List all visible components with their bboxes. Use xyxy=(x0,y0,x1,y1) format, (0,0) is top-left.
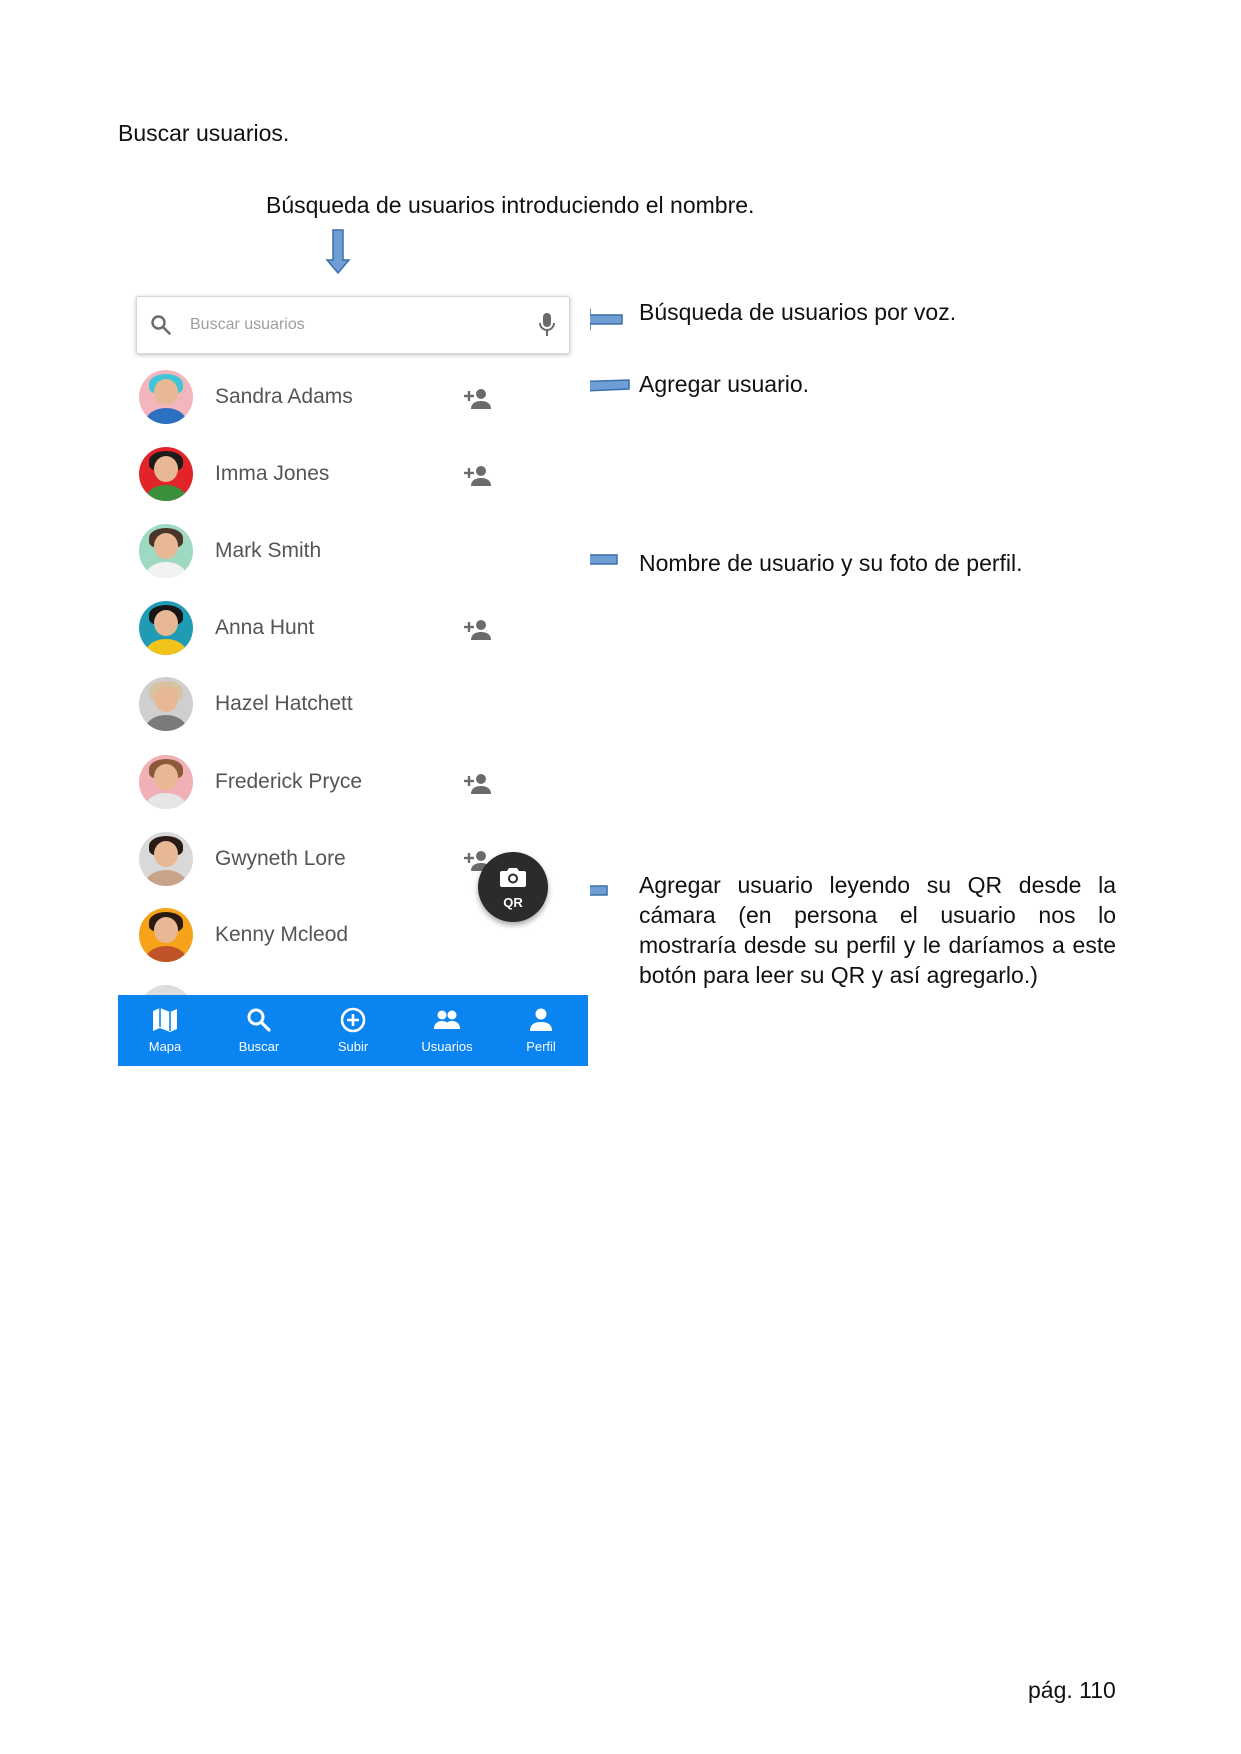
nav-item-mapa[interactable]: Mapa xyxy=(118,995,212,1066)
qr-scan-button[interactable]: QR xyxy=(478,852,548,922)
partial-avatar xyxy=(139,985,193,995)
user-name: Anna Hunt xyxy=(215,616,315,639)
search-input[interactable]: Buscar usuarios xyxy=(190,316,305,334)
page-number: pág. 110 xyxy=(1028,1677,1116,1703)
user-row[interactable]: Hazel Hatchett xyxy=(139,677,589,735)
nav-label: Perfil xyxy=(526,1039,556,1054)
user-row[interactable]: Mark Smith xyxy=(139,524,589,582)
note-add-by-qr: Agregar usuario leyendo su QR desde la c… xyxy=(639,872,1116,988)
note-voice-search: Búsqueda de usuarios por voz. xyxy=(639,299,957,325)
user-name: Frederick Pryce xyxy=(215,770,363,793)
camera-icon xyxy=(500,868,526,887)
user-name: Gwyneth Lore xyxy=(215,847,346,870)
nav-label: Usuarios xyxy=(421,1039,473,1054)
avatar xyxy=(139,524,193,578)
add-user-icon[interactable] xyxy=(463,387,493,416)
person-icon xyxy=(530,1008,552,1031)
nav-label: Mapa xyxy=(148,1039,182,1054)
user-name: Hazel Hatchett xyxy=(215,692,353,715)
avatar xyxy=(139,447,193,501)
qr-label: QR xyxy=(503,895,523,910)
nav-item-perfil[interactable]: Perfil xyxy=(494,995,588,1066)
bottom-navigation: Mapa Buscar Subir Usuarios Perfil xyxy=(118,995,588,1066)
user-row[interactable]: Sandra Adams xyxy=(139,370,589,428)
user-row[interactable]: Anna Hunt xyxy=(139,601,589,659)
note-search-by-name: Búsqueda de usuarios introduciendo el no… xyxy=(266,192,755,218)
note-add-user: Agregar usuario. xyxy=(639,371,810,397)
search-icon xyxy=(247,1008,271,1032)
avatar xyxy=(139,755,193,809)
nav-item-buscar[interactable]: Buscar xyxy=(212,995,306,1066)
search-bar[interactable]: Buscar usuarios xyxy=(136,296,570,354)
map-icon xyxy=(153,1008,177,1032)
user-name: Kenny Mcleod xyxy=(215,923,349,946)
nav-item-subir[interactable]: Subir xyxy=(306,995,400,1066)
add-circle-icon xyxy=(340,1007,366,1033)
avatar xyxy=(139,832,193,886)
add-user-icon[interactable] xyxy=(463,464,493,493)
avatar xyxy=(139,601,193,655)
avatar xyxy=(139,677,193,731)
avatar xyxy=(139,908,193,962)
people-icon xyxy=(434,1010,460,1029)
note-user-name-photo: Nombre de usuario y su foto de perfil. xyxy=(639,550,1023,576)
mic-icon[interactable] xyxy=(537,312,557,338)
nav-item-usuarios[interactable]: Usuarios xyxy=(400,995,494,1066)
section-heading: Buscar usuarios. xyxy=(118,120,290,146)
search-icon xyxy=(151,315,171,335)
avatar xyxy=(139,370,193,424)
user-row[interactable]: Imma Jones xyxy=(139,447,589,505)
user-row[interactable]: Frederick Pryce xyxy=(139,755,589,813)
user-name: Imma Jones xyxy=(215,462,330,485)
arrow-down-search xyxy=(325,229,351,275)
add-user-icon[interactable] xyxy=(463,618,493,647)
nav-label: Buscar xyxy=(238,1039,280,1054)
add-user-icon[interactable] xyxy=(463,772,493,801)
user-name: Mark Smith xyxy=(215,539,322,562)
user-name: Sandra Adams xyxy=(215,385,353,408)
nav-label: Subir xyxy=(337,1039,369,1054)
